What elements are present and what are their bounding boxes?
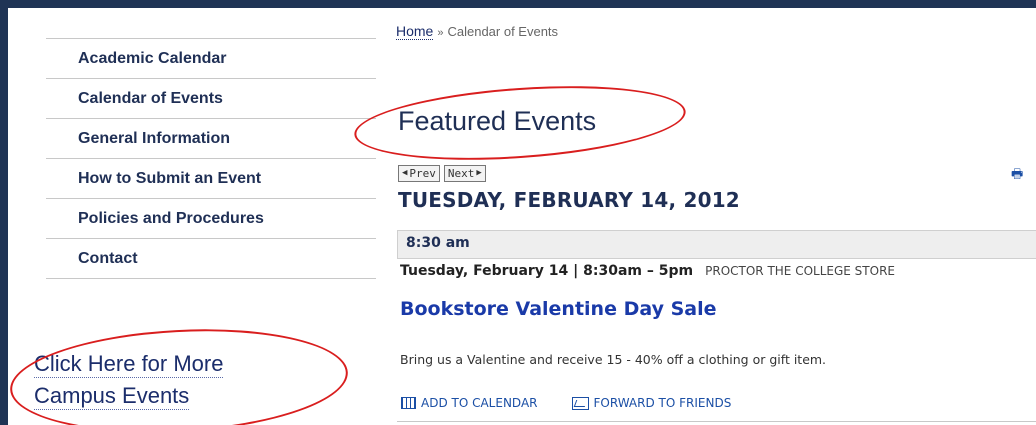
prev-button[interactable]: ◀ Prev <box>398 165 440 182</box>
add-to-calendar-link[interactable]: ADD TO CALENDAR <box>401 396 538 410</box>
pager: ◀ Prev Next ▶ <box>398 165 486 182</box>
sidebar-item-academic-calendar[interactable]: Academic Calendar <box>46 38 376 78</box>
event-meta: Tuesday, February 14 | 8:30am – 5pm PROCT… <box>400 260 895 279</box>
page-title: Featured Events <box>398 106 597 136</box>
sidebar-item-calendar-of-events[interactable]: Calendar of Events <box>46 78 376 118</box>
event-actions: ADD TO CALENDAR FORWARD TO FRIENDS <box>401 396 731 410</box>
time-bar: 8:30 am <box>397 230 1036 259</box>
time-label: 8:30 am <box>406 235 470 251</box>
breadcrumb-separator: » <box>437 27 444 39</box>
sidebar-nav: Academic Calendar Calendar of Events Gen… <box>46 38 376 279</box>
date-heading: TUESDAY, FEBRUARY 14, 2012 <box>398 188 740 212</box>
sidebar-item-general-information[interactable]: General Information <box>46 118 376 158</box>
add-to-calendar-label: ADD TO CALENDAR <box>421 396 538 410</box>
divider <box>397 421 1036 422</box>
event-location: PROCTOR THE COLLEGE STORE <box>705 264 895 278</box>
next-label: Next <box>447 167 475 180</box>
forward-to-friends-link[interactable]: FORWARD TO FRIENDS <box>571 396 732 410</box>
prev-arrow-icon: ◀ <box>402 168 408 178</box>
more-campus-events-link[interactable]: Click Here for More Campus Events <box>34 348 334 412</box>
forward-email-icon <box>571 396 589 410</box>
breadcrumb-current: Calendar of Events <box>447 24 559 39</box>
next-arrow-icon: ▶ <box>476 168 482 178</box>
printer-icon[interactable]: 🖶 <box>1011 165 1023 187</box>
next-button[interactable]: Next ▶ <box>443 165 486 182</box>
forward-label: FORWARD TO FRIENDS <box>593 396 732 410</box>
event-title-link[interactable]: Bookstore Valentine Day Sale <box>400 298 717 320</box>
calendar-icon <box>401 397 416 409</box>
more-link-line1[interactable]: Click Here for More <box>34 350 224 378</box>
sidebar-item-contact[interactable]: Contact <box>46 238 376 279</box>
page-content: Academic Calendar Calendar of Events Gen… <box>8 8 1036 425</box>
prev-label: Prev <box>409 167 436 180</box>
sidebar-item-policies[interactable]: Policies and Procedures <box>46 198 376 238</box>
breadcrumb: Home» Calendar of Events <box>396 23 559 40</box>
breadcrumb-home-link[interactable]: Home <box>396 23 434 40</box>
sidebar-item-submit-event[interactable]: How to Submit an Event <box>46 158 376 198</box>
event-when: Tuesday, February 14 | 8:30am – 5pm <box>400 263 694 279</box>
event-description: Bring us a Valentine and receive 15 - 40… <box>400 352 827 367</box>
more-link-line2[interactable]: Campus Events <box>34 382 190 410</box>
